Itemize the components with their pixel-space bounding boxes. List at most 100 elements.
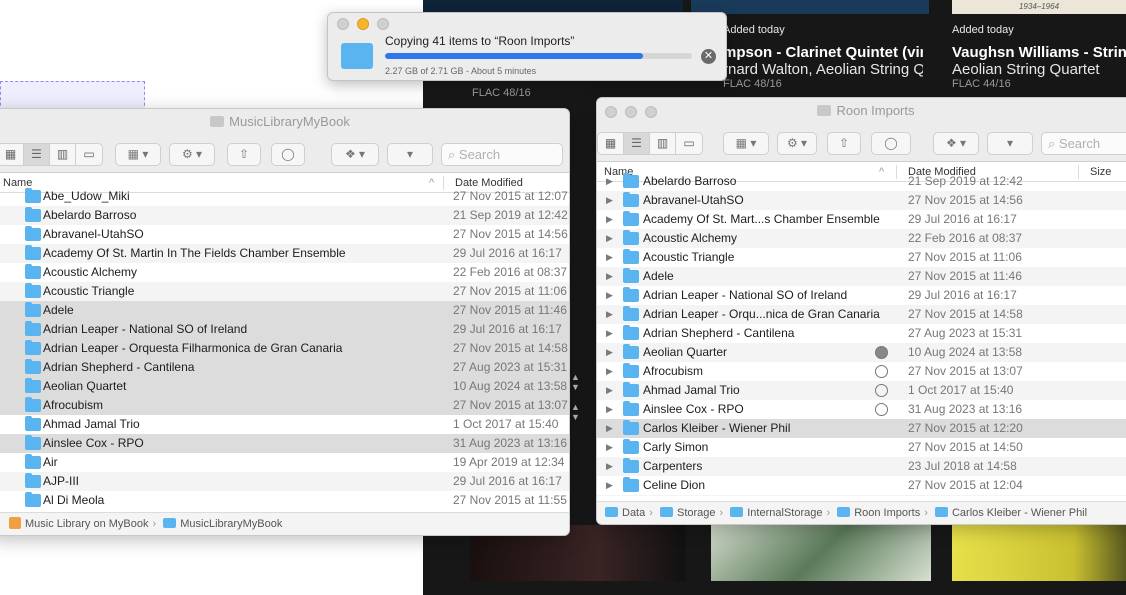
list-item[interactable]: Ainslee Cox - RPO 31 Aug 2023 at 13:16 <box>0 434 569 453</box>
list-item[interactable]: Abelardo Barroso 21 Sep 2019 at 12:42 <box>0 206 569 225</box>
album-tile-3[interactable]: Added today Vaughsn Williams - String Q … <box>952 24 1126 90</box>
list-item[interactable]: AJP-III 29 Jul 2016 at 16:17 <box>0 472 569 491</box>
path-item[interactable]: InternalStorage <box>747 507 822 519</box>
list-item[interactable]: Ahmad Jamal Trio 1 Oct 2017 at 15:40 <box>0 415 569 434</box>
list-item[interactable]: ▶ Afrocubism 27 Nov 2015 at 13:07 <box>597 362 1126 381</box>
list-item[interactable]: Acoustic Triangle 27 Nov 2015 at 11:06 <box>0 282 569 301</box>
cancel-copy-icon[interactable]: ✕ <box>701 49 716 64</box>
disclosure-triangle-icon[interactable]: ▶ <box>606 267 613 286</box>
minimize-button[interactable] <box>625 106 637 118</box>
search-input[interactable]: ⌕ Search <box>441 143 563 166</box>
list-item[interactable]: ▶ Central Band of the RAF 18 May 2023 at 1… <box>597 495 1126 496</box>
disclosure-triangle-icon[interactable]: ▶ <box>606 457 613 476</box>
disclosure-triangle-icon[interactable]: ▶ <box>606 438 613 457</box>
group-button[interactable]: ▦ ▾ <box>723 132 769 155</box>
disclosure-triangle-icon[interactable]: ▶ <box>606 305 613 324</box>
list-item[interactable]: ▶ Ainslee Cox - RPO 31 Aug 2023 at 13:16 <box>597 400 1126 419</box>
album-art-bottom-mid[interactable] <box>711 525 931 581</box>
share-button[interactable]: ⇧ <box>827 132 861 155</box>
disclosure-triangle-icon[interactable]: ▶ <box>606 229 613 248</box>
zoom-button[interactable] <box>377 18 389 30</box>
list-item[interactable]: Abravanel-UtahSO 27 Nov 2015 at 14:56 <box>0 225 569 244</box>
disclosure-triangle-icon[interactable]: ▶ <box>606 324 613 343</box>
group-button[interactable]: ▦ ▾ <box>115 143 161 166</box>
disclosure-triangle-icon[interactable]: ▶ <box>606 476 613 495</box>
list-item[interactable]: Acoustic Alchemy 22 Feb 2016 at 08:37 <box>0 263 569 282</box>
path-item[interactable]: Data <box>622 507 645 519</box>
list-item[interactable]: Adrian Shepherd - Cantilena 27 Aug 2023 a… <box>0 358 569 377</box>
list-item[interactable]: ▶ Adrian Leaper - Orqu...nica de Gran Can… <box>597 305 1126 324</box>
disclosure-triangle-icon[interactable]: ▶ <box>606 343 613 362</box>
icon-view-icon[interactable]: ▦ <box>0 144 24 165</box>
disclosure-triangle-icon[interactable]: ▶ <box>606 286 613 305</box>
column-view-icon[interactable]: ▥ <box>650 133 676 154</box>
list-item[interactable]: ▶ Ahmad Jamal Trio 1 Oct 2017 at 15:40 <box>597 381 1126 400</box>
album-tile-2[interactable]: Added today mpson - Clarinet Quintet (vi… <box>723 24 923 90</box>
list-item[interactable]: ▶ Abelardo Barroso 21 Sep 2019 at 12:42 <box>597 172 1126 191</box>
finder-window-musiclibrary[interactable]: MusicLibraryMyBook ▦ ☰ ▥ ▭ ▦ ▾ ⚙ ▾ ⇧ ◯ ❖ ▾ … <box>0 108 570 536</box>
view-mode-control[interactable]: ▦ ☰ ▥ ▭ <box>597 132 703 155</box>
file-list[interactable]: Abe_Udow_Miki 27 Nov 2015 at 12:07 Abelard… <box>0 187 569 515</box>
minimize-button[interactable] <box>357 18 369 30</box>
list-item[interactable]: Abe_Udow_Miki 27 Nov 2015 at 12:07 <box>0 187 569 206</box>
list-view-icon[interactable]: ☰ <box>24 144 50 165</box>
view-mode-control[interactable]: ▦ ☰ ▥ ▭ <box>0 143 103 166</box>
list-item[interactable]: ▶ Academy Of St. Mart...s Chamber Ensembl… <box>597 210 1126 229</box>
finder-window-roon-imports[interactable]: Roon Imports ▦ ☰ ▥ ▭ ▦ ▾ ⚙ ▾ ⇧ ◯ ❖ ▾ ▾ ⌕ Se… <box>596 97 1126 525</box>
disclosure-triangle-icon[interactable]: ▶ <box>606 381 613 400</box>
list-item[interactable]: Air 19 Apr 2019 at 12:34 <box>0 453 569 472</box>
list-item[interactable]: ▶ Carpenters 23 Jul 2018 at 14:58 <box>597 457 1126 476</box>
list-item[interactable]: ▶ Carly Simon 27 Nov 2015 at 14:50 <box>597 438 1126 457</box>
dropdown-button[interactable]: ▾ <box>387 143 433 166</box>
list-item[interactable]: Adele 27 Nov 2015 at 11:46 <box>0 301 569 320</box>
tags-button[interactable]: ◯ <box>271 143 305 166</box>
disclosure-triangle-icon[interactable]: ▶ <box>606 191 613 210</box>
close-button[interactable] <box>337 18 349 30</box>
disclosure-triangle-icon[interactable]: ▶ <box>606 400 613 419</box>
share-button[interactable]: ⇧ <box>227 143 261 166</box>
list-item[interactable]: ▶ Celine Dion 27 Nov 2015 at 12:04 <box>597 476 1126 495</box>
scroll-arrows-icon[interactable]: ▲ ▼ ▲ ▼ <box>571 372 580 422</box>
dropbox-button[interactable]: ❖ ▾ <box>331 143 379 166</box>
list-item[interactable]: Aeolian Quartet 10 Aug 2024 at 13:58 <box>0 377 569 396</box>
disclosure-triangle-icon[interactable]: ▶ <box>606 172 613 191</box>
close-button[interactable] <box>605 106 617 118</box>
action-gear-button[interactable]: ⚙ ▾ <box>777 132 817 155</box>
tags-button[interactable]: ◯ <box>871 132 911 155</box>
list-item[interactable]: ▶ Aeolian Quarter 10 Aug 2024 at 13:58 <box>597 343 1126 362</box>
path-item[interactable]: Music Library on MyBook <box>25 518 149 530</box>
path-item[interactable]: Carlos Kleiber - Wiener Phil <box>952 507 1087 519</box>
list-item[interactable]: ▶ Acoustic Triangle 27 Nov 2015 at 11:06 <box>597 248 1126 267</box>
file-list[interactable]: ▶ Abelardo Barroso 21 Sep 2019 at 12:42 ▶ Ab… <box>597 172 1126 496</box>
list-item[interactable]: Academy Of St. Martin In The Fields Cham… <box>0 244 569 263</box>
column-view-icon[interactable]: ▥ <box>50 144 76 165</box>
list-item[interactable]: ▶ Adrian Shepherd - Cantilena 27 Aug 2023 … <box>597 324 1126 343</box>
search-input[interactable]: ⌕ Search <box>1041 132 1126 155</box>
list-item[interactable]: Adrian Leaper - Orquesta Filharmonica de… <box>0 339 569 358</box>
zoom-button[interactable] <box>645 106 657 118</box>
path-item[interactable]: Storage <box>677 507 716 519</box>
list-item[interactable]: ▶ Carlos Kleiber - Wiener Phil 27 Nov 2015… <box>597 419 1126 438</box>
gallery-view-icon[interactable]: ▭ <box>676 133 702 154</box>
gallery-view-icon[interactable]: ▭ <box>76 144 102 165</box>
copy-progress-dialog[interactable]: Copying 41 items to “Roon Imports” 2.27 … <box>327 12 727 81</box>
list-item[interactable]: ▶ Acoustic Alchemy 22 Feb 2016 at 08:37 <box>597 229 1126 248</box>
titlebar[interactable]: Roon Imports <box>597 98 1126 126</box>
list-item[interactable]: ▶ Adele 27 Nov 2015 at 11:46 <box>597 267 1126 286</box>
path-item[interactable]: MusicLibraryMyBook <box>180 518 282 530</box>
disclosure-triangle-icon[interactable]: ▶ <box>606 248 613 267</box>
list-item[interactable]: Afrocubism 27 Nov 2015 at 13:07 <box>0 396 569 415</box>
list-view-icon[interactable]: ☰ <box>624 133 650 154</box>
action-gear-button[interactable]: ⚙ ▾ <box>169 143 215 166</box>
titlebar[interactable]: MusicLibraryMyBook <box>0 109 569 137</box>
list-item[interactable]: ▶ Abravanel-UtahSO 27 Nov 2015 at 14:56 <box>597 191 1126 210</box>
disclosure-triangle-icon[interactable]: ▶ <box>606 495 613 496</box>
list-item[interactable]: Al Di Meola 27 Nov 2015 at 11:55 <box>0 491 569 510</box>
disclosure-triangle-icon[interactable]: ▶ <box>606 419 613 438</box>
path-item[interactable]: Roon Imports <box>854 507 920 519</box>
dropdown-button[interactable]: ▾ <box>987 132 1033 155</box>
album-art-bottom-right[interactable] <box>952 525 1126 581</box>
icon-view-icon[interactable]: ▦ <box>598 133 624 154</box>
list-item[interactable]: ▶ Adrian Leaper - National SO of Ireland 2… <box>597 286 1126 305</box>
disclosure-triangle-icon[interactable]: ▶ <box>606 362 613 381</box>
